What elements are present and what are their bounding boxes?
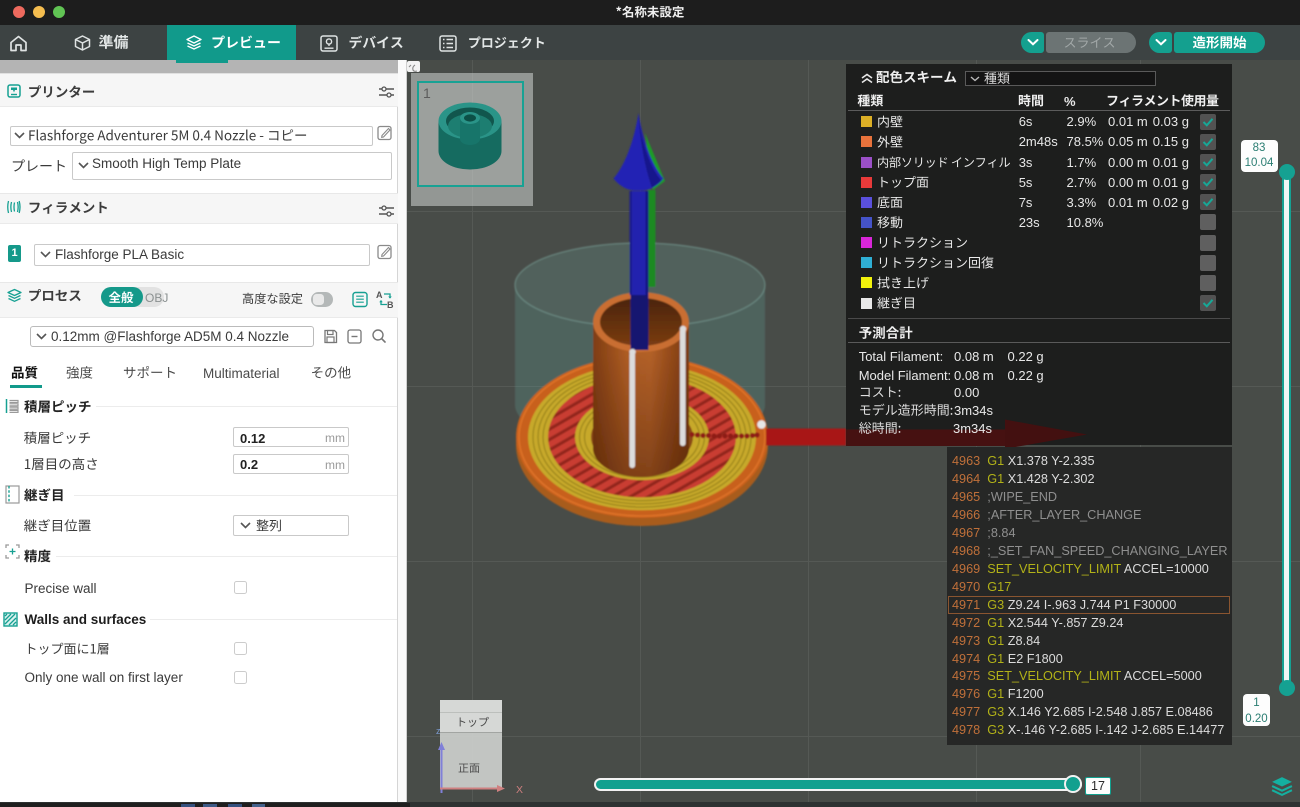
svg-text:A: A [376,290,383,300]
svg-text:B: B [387,300,394,309]
